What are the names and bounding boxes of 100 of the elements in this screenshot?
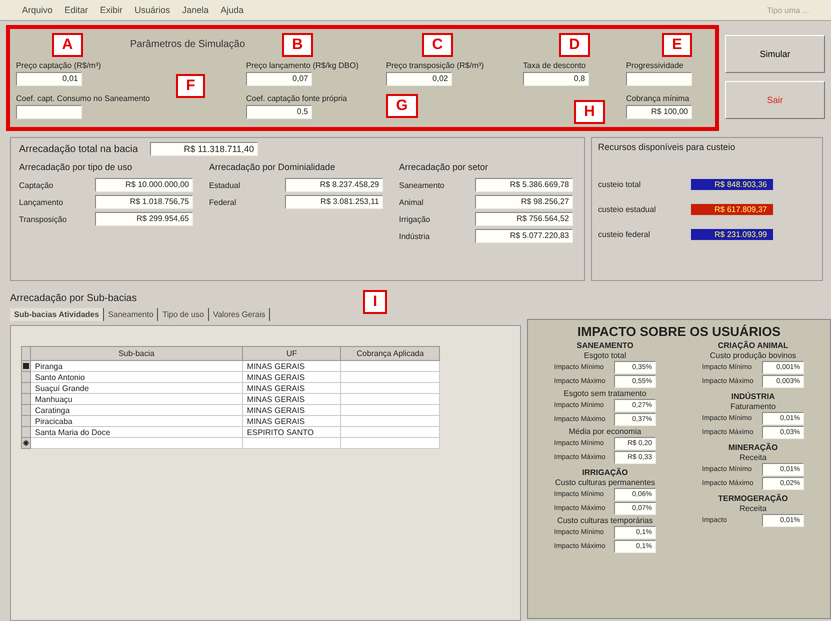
value-field[interactable]: 0,01	[16, 72, 82, 86]
value-field[interactable]: R$ 5.077.220,83	[475, 229, 573, 243]
value-field[interactable]: 0,02	[386, 72, 452, 86]
group-title: Receita	[739, 453, 767, 462]
field-label: Estadual	[209, 180, 242, 190]
column-header[interactable]: Cobrança Aplicada	[340, 346, 440, 360]
group-title: Receita	[739, 504, 767, 513]
field-label: Progressividade	[626, 61, 684, 70]
value-field[interactable]: R$ 1.018.756,75	[95, 195, 193, 209]
group-title: Esgoto sem tratamento	[564, 389, 646, 398]
value-field[interactable]: 0,5	[246, 105, 312, 119]
table-cell: Santa Maria do Doce	[30, 426, 242, 438]
value-field[interactable]: R$ 5.386.669,78	[475, 178, 573, 192]
table-cell: ESPIRITO SANTO	[242, 426, 341, 438]
field-label: Irrigação	[399, 214, 432, 224]
group-title: Arrecadação por tipo de uso	[19, 162, 134, 172]
table-cell: MINAS GERAIS	[242, 360, 341, 372]
panel-title: Recursos disponíveis para custeio	[598, 142, 736, 152]
section-title: TERMOGERAÇÃO	[718, 494, 788, 503]
table-cell: MINAS GERAIS	[242, 416, 341, 426]
field-label: custeio total	[598, 180, 642, 189]
value-field[interactable]: R$ 3.081.253,11	[285, 195, 383, 209]
table-cell: Piracicaba	[30, 416, 242, 426]
column-header[interactable]: UF	[242, 346, 341, 360]
annotation-marker: I	[363, 290, 388, 314]
menu-item[interactable]: Editar	[64, 5, 88, 15]
tab[interactable]: Tipo de uso	[158, 308, 209, 321]
table-cell: Santo Antonio	[30, 372, 242, 382]
value-field[interactable]	[626, 72, 692, 86]
panel-title: IMPACTO SOBRE OS USUÁRIOS	[576, 324, 782, 339]
current-row-icon	[23, 363, 29, 369]
value-field[interactable]: R$ 299.954,65	[95, 212, 193, 226]
table-cell: MINAS GERAIS	[242, 382, 341, 394]
group-title: Custo produção bovinos	[710, 351, 796, 360]
field-label: Lançamento	[19, 198, 64, 206]
action-button[interactable]: Simular	[725, 35, 825, 73]
group-title: Custo culturas temporárias	[557, 516, 653, 525]
group-title: Faturamento	[730, 402, 776, 411]
table-cell: Piranga	[30, 360, 242, 372]
value-field[interactable]: R$ 10.000.000,00	[95, 178, 193, 192]
group-title: Média por economia	[568, 427, 642, 436]
value-field[interactable]: R$ 98.256,27	[475, 195, 573, 209]
annotation-marker: H	[574, 100, 605, 124]
menu-item[interactable]: Exibir	[100, 5, 123, 15]
menu-item[interactable]: Janela	[182, 5, 209, 15]
field-label: Cobrança mínima	[626, 94, 690, 103]
section-title: Arrecadação por Sub-bacias	[10, 293, 137, 304]
field-label: Preço lançamento (R$/kg DBO)	[246, 61, 358, 70]
section-title: INDÚSTRIA	[731, 392, 775, 401]
help-caption: Tipo uma ...	[767, 6, 809, 14]
table-cell: Suaçuí Grande	[30, 382, 242, 394]
field-label: Animal	[399, 198, 424, 206]
value-field[interactable]: R$ 100,00	[626, 105, 692, 119]
value-field[interactable]: R$ 8.237.458,29	[285, 178, 383, 192]
value-field[interactable]: 0,07	[246, 72, 312, 86]
annotation-marker: F	[176, 74, 206, 98]
value-field[interactable]	[16, 105, 82, 119]
annotation-marker: A	[52, 33, 83, 57]
annotation-marker: D	[559, 33, 590, 57]
field-label: Coef. capt. Consumo no Saneamento	[16, 94, 150, 103]
field-label: Taxa de desconto	[523, 61, 586, 70]
group-title: Custo culturas permanentes	[554, 478, 656, 487]
table-cell: MINAS GERAIS	[242, 372, 341, 382]
section-title: CRIAÇÃO ANIMAL	[718, 341, 788, 350]
value-field: R$ 617.809,37	[690, 203, 774, 216]
table-cell: MINAS GERAIS	[242, 404, 341, 416]
asterisk-icon	[23, 440, 29, 446]
group-title: Arrecadação por setor	[399, 162, 490, 172]
field-label: Preço captação (R$/m³)	[16, 61, 101, 70]
annotation-marker: C	[422, 33, 453, 57]
menu-item[interactable]: Usuários	[134, 5, 170, 15]
value-field[interactable]: 0,8	[523, 72, 589, 86]
group-title: Arrecadação por Dominialidade	[209, 162, 336, 172]
field-label: custeio estadual	[598, 205, 657, 214]
table-cell: Caratinga	[30, 404, 242, 416]
row-selector[interactable]	[22, 360, 30, 372]
field-label: Transposição	[19, 214, 68, 224]
total-label: Arrecadação total na bacia	[19, 144, 138, 154]
field-label: Federal	[209, 198, 238, 206]
tab[interactable]: Sub-bacias Atividades	[10, 308, 104, 321]
section-title: MINERAÇÃO	[728, 443, 778, 452]
field-label: custeio federal	[598, 230, 652, 239]
field-label: Preço transposição (R$/m³)	[386, 61, 484, 70]
table-cell: Manhuaçu	[30, 394, 242, 404]
value-field[interactable]: R$ 11.318.711,40	[150, 142, 258, 156]
menu-item[interactable]: Arquivo	[22, 5, 53, 15]
panel-title: Parâmetros de Simulação	[130, 39, 246, 50]
annotation-marker: B	[282, 33, 313, 57]
value-field: R$ 231.093,99	[690, 228, 774, 241]
field-label: Saneamento	[399, 180, 446, 190]
field-label: Captação	[19, 180, 54, 190]
column-header[interactable]: Sub-bacia	[30, 346, 242, 360]
menu-item[interactable]: Ajuda	[220, 5, 244, 15]
table-cell: MINAS GERAIS	[242, 394, 341, 404]
field-label: Indústria	[399, 232, 431, 240]
tab[interactable]: Valores Gerais	[208, 308, 270, 321]
value-field: R$ 848.903,36	[690, 178, 774, 191]
tab[interactable]: Saneamento	[104, 308, 158, 321]
field-label: Coef. captação fonte própria	[246, 94, 347, 103]
value-field[interactable]: R$ 756.564,52	[475, 212, 573, 226]
